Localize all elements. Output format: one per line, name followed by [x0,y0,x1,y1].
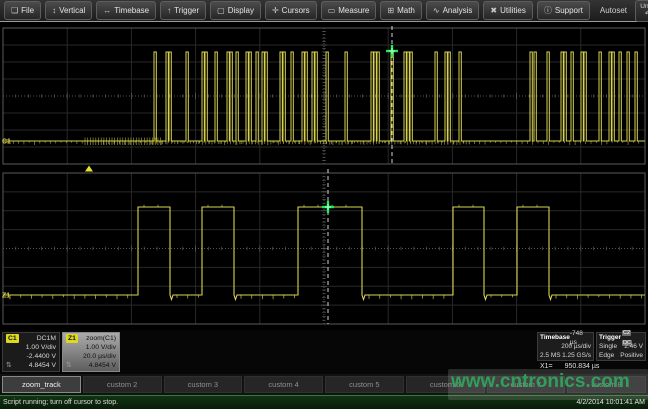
trigger-slope: Positive [620,351,643,360]
menu-label: Timebase [114,6,149,15]
timebase-scale: 200 µs/div [561,342,591,351]
undo-button[interactable]: Undo ↶ [635,0,648,22]
trigger-type: Edge [599,351,614,360]
z1-badge: Z1 [66,334,78,343]
menu-label: Trigger [174,6,199,15]
menu-measure-button[interactable]: ▭Measure [321,1,377,20]
c1-cursor-level: 4.8454 V [29,361,56,370]
zoom-position-marker[interactable] [85,166,93,172]
tab-custom-5[interactable]: custom 5 [325,376,404,393]
tab-custom-2[interactable]: custom 2 [83,376,162,393]
tab-custom-3[interactable]: custom 3 [164,376,243,393]
analysis-icon: ∿ [433,7,440,15]
menu-cursors-button[interactable]: ✛Cursors [265,1,317,20]
trigger-panel[interactable]: Trigger C2 DC Single 2.46 V Edge Positiv… [596,332,646,361]
level-marker-icon: ⇅ [66,361,72,370]
cursors-icon: ✛ [272,7,279,15]
file-icon: ❏ [11,7,18,15]
menu-bar: ❏File↕Vertical↔Timebase↑Trigger▢Display✛… [0,0,648,22]
timebase-rate: 1.25 GS/s [562,351,591,360]
status-message: Script running; turn off cursor to stop. [3,399,118,406]
trigger-icon: ↑ [167,7,171,15]
timebase-samples: 2.5 MS [540,351,561,360]
c1-badge: C1 [6,334,19,343]
menu-support-button[interactable]: ⓘSupport [537,1,590,20]
menu-label: File [21,6,34,15]
z1-scale: 1.00 V/div [66,343,116,352]
menu-label: Cursors [282,6,310,15]
menu-label: Analysis [443,6,473,15]
tab-zoom_track[interactable]: zoom_track [2,376,81,393]
level-marker-icon: ⇅ [6,361,12,370]
trigger-level: 2.46 V [624,342,643,351]
menu-file-button[interactable]: ❏File [4,1,41,20]
menu-vertical-button[interactable]: ↕Vertical [45,1,92,20]
trigger-mode: Single [599,342,617,351]
vertical-icon: ↕ [52,7,56,15]
menu-label: Utilities [500,6,526,15]
watermark: www.cntronics.com [451,371,648,393]
menu-label: Vertical [59,6,85,15]
z1-trace [3,207,645,300]
z1-cursor-level: 4.8454 V [89,361,116,370]
menu-label: Display [228,6,254,15]
menu-math-button[interactable]: ⊞Math [380,1,422,20]
timebase-panel[interactable]: Timebase -748 µs 200 µs/div 2.5 MS 1.25 … [537,332,594,361]
math-icon: ⊞ [387,7,394,15]
menu-utilities-button[interactable]: ✖Utilities [483,1,532,20]
waveform-display[interactable]: C1 Z1 [0,24,648,330]
z1-timebase: 20.0 µs/div [66,352,116,361]
c1-offset: -2.4400 V [6,352,56,361]
menu-label: Math [397,6,415,15]
timebase-title: Timebase [540,333,570,342]
timebase-icon: ↔ [103,7,111,15]
z1-source: zoom(C1) [86,334,116,343]
c1-scale: 1.00 V/div [6,343,56,352]
menu-label: Support [555,6,583,15]
utilities-icon: ✖ [490,7,497,15]
descriptor-row: C1 DC1M 1.00 V/div -2.4400 V ⇅ 4.8454 V … [0,330,648,374]
tab-custom-4[interactable]: custom 4 [244,376,323,393]
trigger-title: Trigger [599,333,621,342]
menu-analysis-button[interactable]: ∿Analysis [426,1,480,20]
zoom-z1-descriptor[interactable]: Z1 zoom(C1) 1.00 V/div 20.0 µs/div ⇅ 4.8… [62,332,120,372]
measure-icon: ▭ [328,7,336,15]
c1-coupling: DC1M [37,334,56,343]
datetime: 4/2/2014 10:01:41 AM [577,399,646,406]
c1-trace-label: C1 [2,139,11,146]
support-icon: ⓘ [544,7,552,15]
trigger-source-badge: C2 [622,330,631,336]
oscilloscope-app: ❏File↕Vertical↔Timebase↑Trigger▢Display✛… [0,0,648,409]
menu-display-button[interactable]: ▢Display [210,1,261,20]
menu-label: Measure [338,6,369,15]
display-icon: ▢ [217,7,225,15]
menu-trigger-button[interactable]: ↑Trigger [160,1,206,20]
autoset-button[interactable]: Autoset [592,6,635,15]
channel-c1-descriptor[interactable]: C1 DC1M 1.00 V/div -2.4400 V ⇅ 4.8454 V [2,332,60,372]
z1-trace-label: Z1 [2,293,10,300]
menu-timebase-button[interactable]: ↔Timebase [96,1,156,20]
